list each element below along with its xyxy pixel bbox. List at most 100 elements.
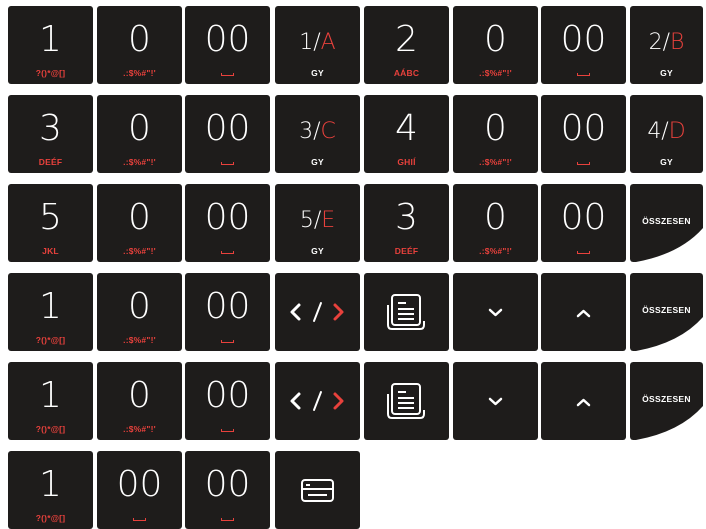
- key-00[interactable]: 00: [97, 451, 182, 529]
- key-main-label: 00: [560, 19, 607, 60]
- key-00[interactable]: 00: [185, 362, 270, 440]
- key-sub-label: .:$%#"!': [123, 246, 156, 256]
- receipt-button[interactable]: [364, 362, 449, 440]
- key-sub-label: .:$%#"!': [123, 424, 156, 434]
- key-00[interactable]: 00: [185, 95, 270, 173]
- scroll-up-button[interactable]: [541, 362, 626, 440]
- code-arrows-icon: [290, 302, 344, 322]
- chevron-up-icon: [576, 309, 591, 318]
- code-arrows-icon: [290, 391, 344, 411]
- total-button[interactable]: ÖSSZESEN: [630, 184, 703, 262]
- key-main-label: 1/A: [299, 30, 336, 55]
- key-3-C[interactable]: 3/C GY: [275, 95, 360, 173]
- key-1-A[interactable]: 1/A GY: [275, 6, 360, 84]
- receipt-icon: [387, 294, 425, 330]
- key-00[interactable]: 00: [541, 6, 626, 84]
- key-00[interactable]: 00: [541, 184, 626, 262]
- space-icon: [577, 162, 590, 165]
- key-main-label: 00: [204, 19, 251, 60]
- key-4-D[interactable]: 4/D GY: [630, 95, 703, 173]
- key-sub-label: ?()*@[]: [35, 513, 66, 523]
- key-main-label: 0: [484, 197, 507, 238]
- key-sub-label: DEÉF: [394, 246, 419, 256]
- key-main-label: 4: [395, 108, 418, 149]
- key-4[interactable]: 4 GHIÍ: [364, 95, 449, 173]
- total-button[interactable]: ÖSSZESEN: [630, 273, 703, 351]
- key-sub-label: AÁBC: [393, 68, 420, 78]
- key-0[interactable]: 0 .:$%#"!': [97, 6, 182, 84]
- key-main-label: 00: [204, 197, 251, 238]
- key-1[interactable]: 1 ?()*@[]: [8, 451, 93, 529]
- key-00[interactable]: 00: [541, 95, 626, 173]
- total-label: ÖSSZESEN: [642, 216, 691, 226]
- scroll-down-button[interactable]: [453, 273, 538, 351]
- key-sub-label: .:$%#"!': [123, 335, 156, 345]
- key-sub-label: .:$%#"!': [479, 246, 512, 256]
- key-00[interactable]: 00: [185, 6, 270, 84]
- key-0[interactable]: 0 .:$%#"!': [97, 362, 182, 440]
- receipt-button[interactable]: [364, 273, 449, 351]
- key-0[interactable]: 0 .:$%#"!': [97, 273, 182, 351]
- key-main-label: 00: [560, 197, 607, 238]
- key-sub-label: GY: [311, 157, 324, 167]
- key-00[interactable]: 00: [185, 273, 270, 351]
- key-main-label: 00: [560, 108, 607, 149]
- key-main-label: 3/C: [299, 119, 336, 144]
- key-main-label: 1: [39, 286, 62, 327]
- key-0[interactable]: 0 .:$%#"!': [453, 184, 538, 262]
- key-main-label: 0: [484, 108, 507, 149]
- key-1[interactable]: 1 ?()*@[]: [8, 362, 93, 440]
- scroll-up-button[interactable]: [541, 273, 626, 351]
- key-sub-label: GY: [660, 157, 673, 167]
- key-3[interactable]: 3 DEÉF: [364, 184, 449, 262]
- space-icon: [133, 518, 146, 521]
- code-arrows-button[interactable]: [275, 273, 360, 351]
- key-sub-label: .:$%#"!': [479, 157, 512, 167]
- key-2[interactable]: 2 AÁBC: [364, 6, 449, 84]
- key-2-B[interactable]: 2/B GY: [630, 6, 703, 84]
- card-payment-button[interactable]: [275, 451, 360, 529]
- key-main-label: 00: [204, 375, 251, 416]
- key-0[interactable]: 0 .:$%#"!': [97, 184, 182, 262]
- key-1[interactable]: 1 ?()*@[]: [8, 6, 93, 84]
- chevron-down-icon: [488, 397, 503, 406]
- key-main-label: 3: [395, 197, 418, 238]
- scroll-down-button[interactable]: [453, 362, 538, 440]
- key-sub-label: DEÉF: [38, 157, 63, 167]
- total-label: ÖSSZESEN: [642, 305, 691, 315]
- key-main-label: 2/B: [648, 30, 685, 55]
- key-sub-label: ?()*@[]: [35, 424, 66, 434]
- key-main-label: 5/E: [299, 208, 336, 233]
- space-icon: [221, 73, 234, 76]
- key-sub-label: JKL: [42, 246, 59, 256]
- key-sub-label: ?()*@[]: [35, 68, 66, 78]
- chevron-up-icon: [576, 398, 591, 407]
- key-00[interactable]: 00: [185, 451, 270, 529]
- key-main-label: 0: [128, 286, 151, 327]
- key-main-label: 1: [39, 375, 62, 416]
- space-icon: [221, 340, 234, 343]
- key-main-label: 4/D: [647, 119, 686, 144]
- key-3[interactable]: 3 DEÉF: [8, 95, 93, 173]
- key-0[interactable]: 0 .:$%#"!': [453, 95, 538, 173]
- key-main-label: 0: [128, 108, 151, 149]
- code-arrows-button[interactable]: [275, 362, 360, 440]
- key-0[interactable]: 0 .:$%#"!': [453, 6, 538, 84]
- key-00[interactable]: 00: [185, 184, 270, 262]
- space-icon: [577, 251, 590, 254]
- total-label: ÖSSZESEN: [642, 394, 691, 404]
- space-icon: [221, 518, 234, 521]
- key-main-label: 0: [484, 19, 507, 60]
- key-main-label: 1: [39, 19, 62, 60]
- key-sub-label: GHIÍ: [397, 157, 416, 167]
- key-main-label: 00: [204, 464, 251, 505]
- key-0[interactable]: 0 .:$%#"!': [97, 95, 182, 173]
- total-button[interactable]: ÖSSZESEN: [630, 362, 703, 440]
- key-sub-label: ?()*@[]: [35, 335, 66, 345]
- key-1[interactable]: 1 ?()*@[]: [8, 273, 93, 351]
- key-main-label: 1: [39, 464, 62, 505]
- key-5[interactable]: 5 JKL: [8, 184, 93, 262]
- key-5-E[interactable]: 5/E GY: [275, 184, 360, 262]
- key-sub-label: .:$%#"!': [479, 68, 512, 78]
- key-main-label: 5: [39, 197, 62, 238]
